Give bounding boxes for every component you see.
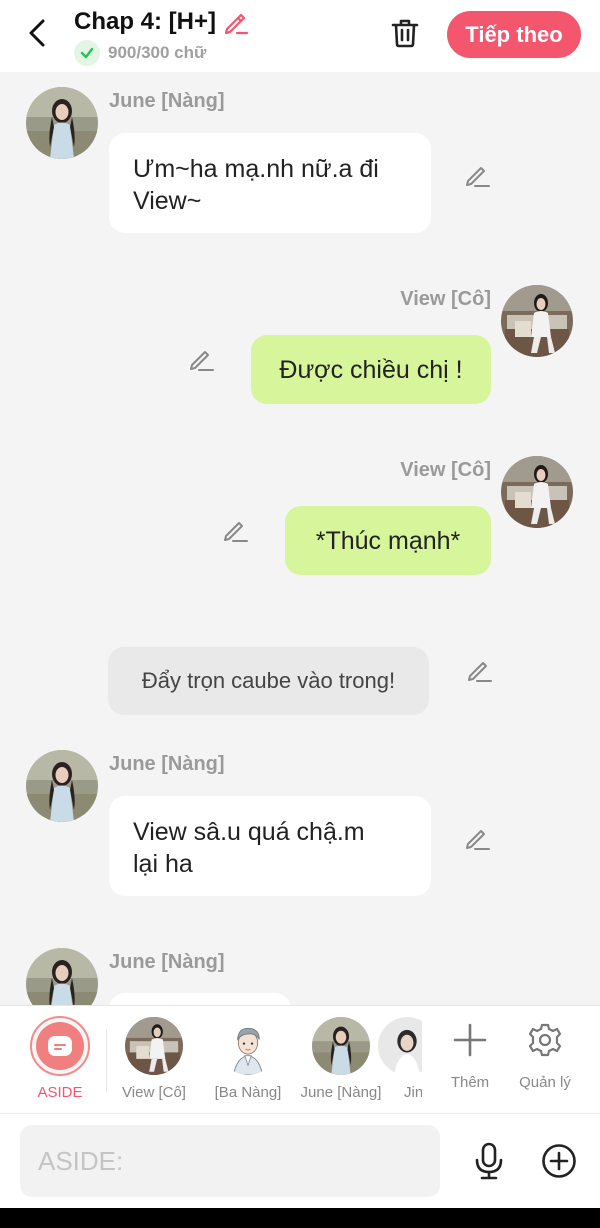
pencil-icon (466, 830, 490, 850)
character-jin[interactable]: Jin (378, 1006, 422, 1114)
manage-button[interactable]: Quản lý (508, 1006, 582, 1114)
avatar-june[interactable] (26, 948, 98, 1005)
edit-message-button[interactable] (464, 655, 494, 685)
avatar-view[interactable] (501, 456, 573, 528)
sender-name: June [Nàng] (109, 90, 225, 112)
edit-title-button[interactable] (222, 8, 250, 36)
character-label: View [Cô] (122, 1084, 186, 1101)
attach-button[interactable] (539, 1141, 579, 1181)
word-count: 900/300 chữ (108, 43, 207, 62)
pencil-icon (468, 662, 492, 682)
message-text-line: lại ha (133, 850, 193, 878)
aside-bubble[interactable]: Đẩy trọn caube vào trong! (108, 647, 429, 715)
chapter-title-group: Chap 4: [H+] 900/300 chữ (74, 6, 250, 66)
message-bubble[interactable] (109, 993, 291, 1005)
plus-circle-icon (542, 1144, 576, 1178)
character-selector: ASIDE View [Cô] [Ba Nàng] June [Nàng] Ji… (0, 1005, 600, 1113)
edit-message-button[interactable] (220, 515, 250, 545)
character-label: Jin (404, 1084, 422, 1101)
pencil-icon (190, 351, 214, 371)
chevron-left-icon (29, 19, 45, 47)
message-bubble[interactable]: Ưm~ha mạ.nh nữ.a đi View~ (109, 133, 431, 233)
sender-name: View [Cô] (400, 459, 491, 481)
character-view[interactable]: View [Cô] (106, 1006, 202, 1114)
check-icon (74, 40, 100, 66)
message-text-line: View sâ.u quá chậ.m (133, 818, 365, 846)
character-label: June [Nàng] (300, 1084, 382, 1101)
pencil-icon (224, 13, 249, 35)
message-text: *Thúc mạnh* (315, 526, 461, 555)
character-ba-nang[interactable]: [Ba Nàng] (200, 1006, 296, 1114)
chapter-title: Chap 4: [H+] (74, 8, 217, 35)
avatar (219, 1017, 277, 1075)
avatar (125, 1017, 183, 1075)
message-bubble[interactable]: View sâ.u quá chậ.m lại ha (109, 796, 431, 896)
avatar-june[interactable] (26, 750, 98, 822)
gear-icon (527, 1022, 563, 1058)
edit-message-button[interactable] (186, 344, 216, 374)
avatar (312, 1017, 370, 1075)
top-bar: Chap 4: [H+] 900/300 chữ Tiếp theo (0, 0, 600, 72)
character-label: [Ba Nàng] (214, 1084, 282, 1101)
avatar (378, 1017, 422, 1075)
message-text: Được chiều chị ! (279, 355, 463, 384)
avatar-june[interactable] (26, 87, 98, 159)
pencil-icon (224, 522, 248, 542)
message-text-line: View~ (133, 187, 202, 215)
trash-icon (391, 19, 419, 48)
edit-message-button[interactable] (462, 160, 492, 190)
chat-icon (48, 1036, 72, 1056)
plus-icon (452, 1022, 488, 1058)
back-button[interactable] (20, 16, 54, 50)
sender-name: June [Nàng] (109, 753, 225, 775)
microphone-icon (475, 1142, 503, 1180)
character-label: ASIDE (37, 1084, 83, 1101)
system-nav-bar (0, 1208, 600, 1228)
voice-button[interactable] (469, 1141, 509, 1181)
composer (0, 1113, 600, 1208)
tool-label: Thêm (450, 1074, 490, 1091)
delete-button[interactable] (386, 14, 424, 52)
character-june[interactable]: June [Nàng] (293, 1006, 389, 1114)
next-button[interactable]: Tiếp theo (447, 11, 581, 58)
add-character-button[interactable]: Thêm (433, 1006, 507, 1114)
character-aside[interactable]: ASIDE (12, 1006, 108, 1114)
message-text-line: Ưm~ha mạ.nh nữ.a đi (133, 155, 379, 183)
avatar-view[interactable] (501, 285, 573, 357)
sender-name: June [Nàng] (109, 951, 225, 973)
edit-message-button[interactable] (462, 823, 492, 853)
message-bubble[interactable]: Được chiều chị ! (251, 335, 491, 404)
message-bubble[interactable]: *Thúc mạnh* (285, 506, 491, 575)
message-input[interactable] (20, 1125, 440, 1197)
sender-name: View [Cô] (400, 288, 491, 310)
tool-label: Quản lý (519, 1074, 571, 1091)
pencil-icon (466, 167, 490, 187)
aside-text: Đẩy trọn caube vào trong! (141, 668, 396, 693)
chat-area[interactable]: June [Nàng] Ưm~ha mạ.nh nữ.a đi View~ Vi… (0, 72, 600, 1005)
